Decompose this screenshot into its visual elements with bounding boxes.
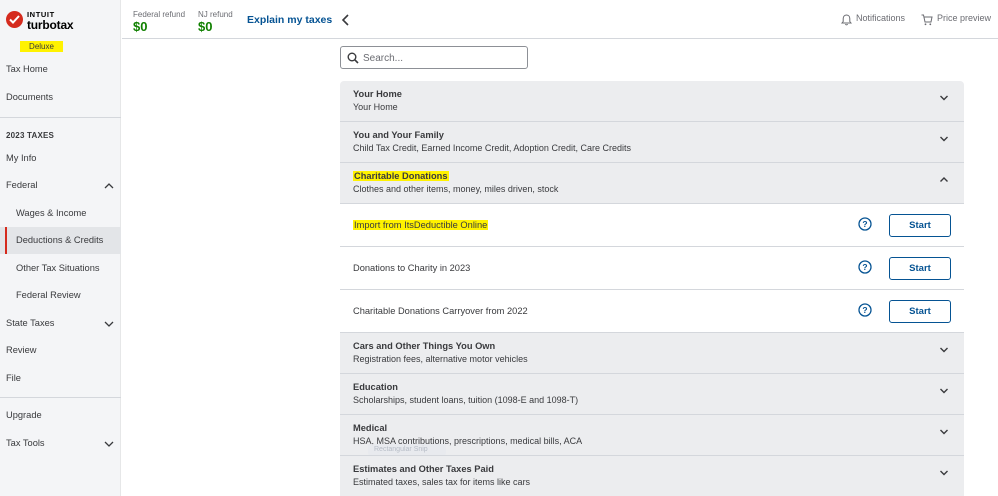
sidebar-divider bbox=[0, 117, 121, 118]
category-cars-and-other-things[interactable]: Cars and Other Things You Own Registrati… bbox=[340, 333, 964, 374]
sidebar-item-label: Federal bbox=[6, 180, 38, 190]
sidebar-item-my-info[interactable]: My Info bbox=[0, 145, 121, 172]
sidebar-item-file[interactable]: File bbox=[0, 365, 121, 392]
charitable-item-import-itsdeductible: Import from ItsDeductible Online ? Start bbox=[340, 204, 964, 247]
chevron-down-icon[interactable] bbox=[939, 345, 949, 355]
search-icon bbox=[347, 52, 359, 64]
snip-overlay-tag: Rectangular Snip bbox=[368, 444, 446, 455]
chevron-down-icon bbox=[104, 321, 114, 327]
sidebar-item-label: Other Tax Situations bbox=[16, 263, 100, 273]
sidebar: INTUIT turbotax Deluxe Tax Home Document… bbox=[0, 0, 121, 496]
chevron-down-icon[interactable] bbox=[939, 134, 949, 144]
sidebar-item-tax-home[interactable]: Tax Home bbox=[0, 56, 121, 83]
item-label: Donations to Charity in 2023 bbox=[353, 263, 471, 273]
sidebar-item-label: Deductions & Credits bbox=[16, 235, 104, 245]
category-description: Registration fees, alternative motor veh… bbox=[353, 354, 528, 364]
sidebar-item-label: Review bbox=[6, 345, 37, 355]
sidebar-item-label: File bbox=[6, 373, 21, 383]
federal-refund-value: $0 bbox=[133, 19, 148, 34]
chevron-down-icon bbox=[104, 441, 114, 447]
checkmark-logo-icon bbox=[6, 11, 23, 28]
bell-icon[interactable] bbox=[841, 14, 852, 26]
svg-text:?: ? bbox=[862, 262, 867, 272]
search-input[interactable] bbox=[363, 49, 523, 67]
chevron-down-icon[interactable] bbox=[939, 468, 949, 478]
top-bar: Federal refund $0 NJ refund $0 Explain m… bbox=[122, 0, 998, 39]
sidebar-item-state-taxes[interactable]: State Taxes bbox=[0, 310, 121, 337]
state-refund-value: $0 bbox=[198, 19, 213, 34]
logo-product: turbotax bbox=[27, 18, 74, 32]
start-button[interactable]: Start bbox=[889, 257, 951, 280]
sidebar-item-label: My Info bbox=[6, 153, 37, 163]
federal-refund[interactable]: Federal refund $0 bbox=[133, 10, 185, 33]
start-button[interactable]: Start bbox=[889, 214, 951, 237]
federal-refund-label: Federal refund bbox=[133, 10, 186, 19]
category-title: You and Your Family bbox=[353, 130, 444, 140]
svg-text:?: ? bbox=[862, 219, 867, 229]
category-description: Estimated taxes, sales tax for items lik… bbox=[353, 477, 531, 487]
sidebar-item-wages-income[interactable]: Wages & Income bbox=[0, 200, 121, 227]
notifications-link[interactable]: Notifications bbox=[856, 13, 905, 23]
category-education[interactable]: Education Scholarships, student loans, t… bbox=[340, 374, 964, 415]
state-refund-label: NJ refund bbox=[198, 10, 233, 19]
sidebar-item-label: Upgrade bbox=[6, 410, 42, 420]
sidebar-item-other-tax-situations[interactable]: Other Tax Situations bbox=[0, 255, 121, 282]
turbotax-app: INTUIT turbotax Deluxe Tax Home Document… bbox=[0, 0, 998, 496]
sidebar-item-label: Tax Tools bbox=[6, 438, 45, 448]
chevron-down-icon[interactable] bbox=[939, 427, 949, 437]
category-your-home[interactable]: Your Home Your Home bbox=[340, 81, 964, 122]
charitable-item-donations-carryover: Charitable Donations Carryover from 2022… bbox=[340, 290, 964, 333]
charitable-item-donations-to-charity: Donations to Charity in 2023 ? Start bbox=[340, 247, 964, 290]
chevron-up-icon[interactable] bbox=[939, 175, 949, 185]
edition-badge: Deluxe bbox=[20, 41, 63, 52]
sidebar-item-documents[interactable]: Documents bbox=[0, 84, 121, 111]
category-description: Your Home bbox=[353, 102, 398, 112]
sidebar-item-federal-review[interactable]: Federal Review bbox=[0, 282, 121, 309]
svg-text:?: ? bbox=[862, 305, 867, 315]
state-refund[interactable]: NJ refund $0 bbox=[198, 10, 233, 33]
chevron-down-icon[interactable] bbox=[939, 93, 949, 103]
category-charitable-donations[interactable]: Charitable Donations Clothes and other i… bbox=[340, 163, 964, 204]
price-preview-link[interactable]: Price preview bbox=[937, 13, 991, 23]
highlighted-text: Charitable Donations bbox=[353, 171, 449, 181]
sidebar-item-label: Wages & Income bbox=[16, 208, 87, 218]
category-description: Child Tax Credit, Earned Income Credit, … bbox=[353, 143, 631, 153]
turbotax-logo[interactable]: INTUIT turbotax Deluxe bbox=[6, 9, 116, 52]
help-icon[interactable]: ? bbox=[858, 217, 872, 231]
sidebar-item-tax-tools[interactable]: Tax Tools bbox=[0, 430, 121, 457]
sidebar-item-label: State Taxes bbox=[6, 318, 55, 328]
sidebar-item-label: Tax Home bbox=[6, 64, 48, 74]
help-icon[interactable]: ? bbox=[858, 303, 872, 317]
item-label: Import from ItsDeductible Online bbox=[353, 220, 489, 230]
sidebar-item-upgrade[interactable]: Upgrade bbox=[0, 402, 121, 429]
category-you-and-your-family[interactable]: You and Your Family Child Tax Credit, Ea… bbox=[340, 122, 964, 163]
category-title: Medical bbox=[353, 423, 388, 433]
category-title: Estimates and Other Taxes Paid bbox=[353, 464, 494, 474]
sidebar-item-deductions-credits[interactable]: Deductions & Credits bbox=[0, 227, 121, 254]
sidebar-divider bbox=[0, 397, 121, 398]
sidebar-section-title: 2023 TAXES bbox=[6, 131, 55, 140]
chevron-left-icon[interactable] bbox=[341, 14, 351, 26]
sidebar-item-label: Documents bbox=[6, 92, 54, 102]
sidebar-item-review[interactable]: Review bbox=[0, 337, 121, 364]
category-description: Scholarships, student loans, tuition (10… bbox=[353, 395, 579, 405]
chevron-down-icon[interactable] bbox=[939, 386, 949, 396]
help-icon[interactable]: ? bbox=[858, 260, 872, 274]
cart-icon[interactable] bbox=[921, 14, 933, 26]
category-title: Your Home bbox=[353, 89, 402, 99]
chevron-up-icon bbox=[104, 183, 114, 189]
category-title: Education bbox=[353, 382, 398, 392]
category-title: Charitable Donations bbox=[353, 171, 449, 181]
category-description: Clothes and other items, money, miles dr… bbox=[353, 184, 559, 194]
category-estimates-and-other-taxes[interactable]: Estimates and Other Taxes Paid Estimated… bbox=[340, 456, 964, 496]
sidebar-item-label: Federal Review bbox=[16, 290, 81, 300]
item-label: Charitable Donations Carryover from 2022 bbox=[353, 306, 528, 316]
start-button[interactable]: Start bbox=[889, 300, 951, 323]
search-box[interactable] bbox=[340, 46, 528, 69]
deductions-category-list: Your Home Your Home You and Your Family … bbox=[340, 81, 964, 496]
category-title: Cars and Other Things You Own bbox=[353, 341, 496, 351]
explain-my-taxes-link[interactable]: Explain my taxes bbox=[247, 14, 332, 26]
sidebar-item-federal[interactable]: Federal bbox=[0, 172, 121, 199]
highlighted-text: Import from ItsDeductible Online bbox=[353, 220, 489, 230]
